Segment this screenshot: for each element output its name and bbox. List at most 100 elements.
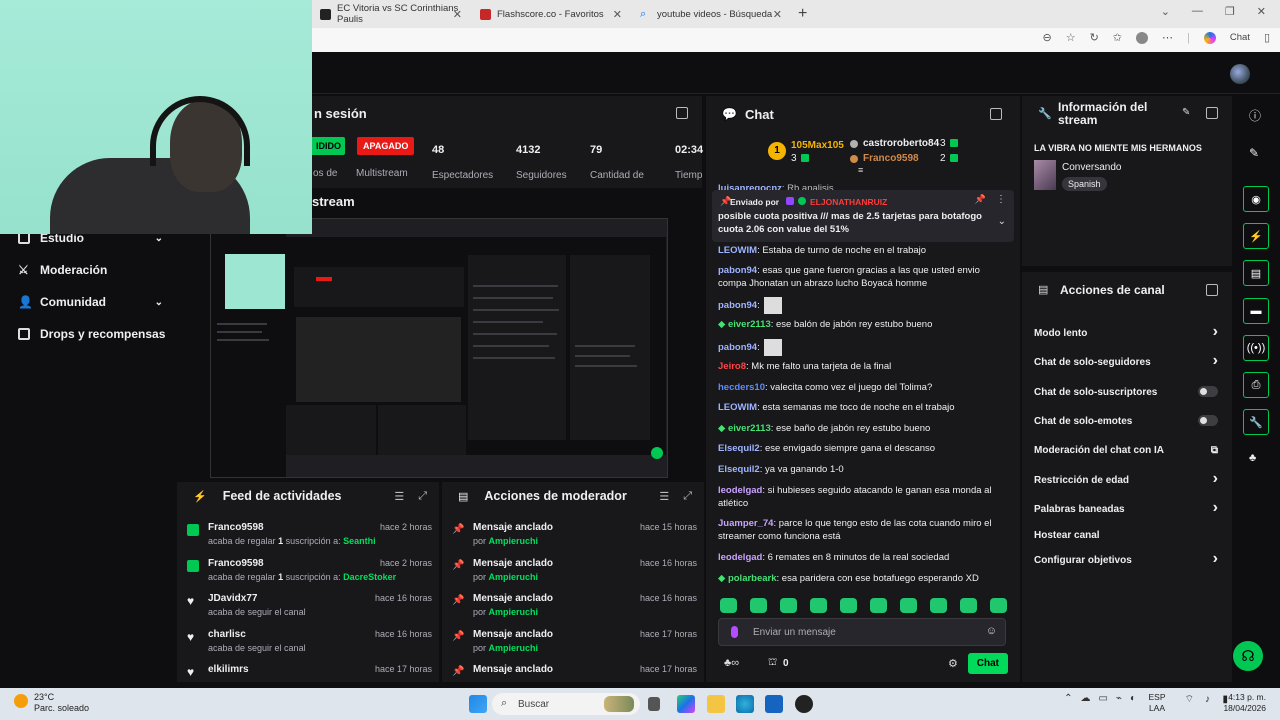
infinity-icon[interactable]: ♣∞ [724,657,739,669]
feed-item[interactable]: Franco9598 hace 2 horas acaba de regalar 1… [187,522,432,554]
taskbar-search[interactable]: ⌕ Buscar [492,693,640,715]
favorite-star-icon[interactable]: ☆ [1066,31,1076,44]
more-options-icon[interactable]: ⋮ [996,194,1006,205]
chat-username[interactable]: pabon94 [718,300,757,311]
channel-action-item[interactable]: Configurar objetivos › [1034,550,1224,567]
mod-username[interactable]: Ampieruchi [489,572,539,582]
browser-tab-2[interactable]: Flashscore.co - Favoritos ✕ [472,0,632,28]
battery-status-icon[interactable]: ▮ [1222,694,1228,705]
message-icon[interactable]: ▬ [1243,298,1269,324]
copilot-taskbar-icon[interactable] [677,695,695,713]
info-icon[interactable]: ⓘ [1249,107,1261,124]
filter-icon[interactable]: ☰ [659,490,669,503]
clipboard-icon[interactable]: ▤ [1243,260,1269,286]
feed-username[interactable]: Franco9598 [208,522,264,533]
favorites-icon[interactable]: ✩ [1113,31,1122,44]
collapse-icon[interactable]: ⌄ [1161,5,1170,18]
close-tab-icon[interactable]: ✕ [453,8,462,21]
battery-icon[interactable]: ▭ [1098,693,1107,704]
pencil-icon[interactable]: ✎ [1249,146,1259,160]
popout-icon[interactable] [1206,107,1218,119]
feed-username[interactable]: elkilimrs [208,664,249,675]
mod-action-item[interactable]: 📌 Mensaje anclado hace 16 horas por Ampieru… [452,558,697,590]
mod-username[interactable]: Ampieruchi [489,536,539,546]
popout-icon[interactable]: ⤢ [418,490,427,503]
chat-username[interactable]: Elsequil2 [718,464,760,475]
collapse-leaderboard-icon[interactable]: ≡ [858,165,863,175]
popout-icon[interactable] [676,107,688,119]
emote-icon[interactable] [840,598,857,613]
speaker-icon[interactable]: ♪ [1205,694,1210,705]
volume-icon[interactable]: ◐ [1130,693,1136,704]
emote-icon[interactable] [990,598,1007,613]
close-window-icon[interactable]: ✕ [1257,5,1266,18]
task-view-icon[interactable] [648,697,660,711]
unpin-icon[interactable]: 📌 [975,194,986,205]
broadcast-icon[interactable]: ((•)) [1243,335,1269,361]
mod-action-item[interactable]: 📌 Mensaje anclado hace 15 horas por Ampieru… [452,522,697,554]
edit-icon[interactable]: ✎ [1182,107,1190,118]
emote-icon[interactable] [780,598,797,613]
store-icon[interactable] [765,695,783,713]
channel-action-item[interactable]: Palabras baneadas › [1034,499,1224,516]
chat-username[interactable]: LEOWIM [718,402,757,413]
sidebar-toggle-icon[interactable]: ▯ [1264,31,1270,44]
points-icon[interactable]: ⛫ [768,657,777,670]
microphone-icon[interactable] [731,626,738,638]
mod-action-item[interactable]: 📌 Mensaje anclado hace 17 horas por Ampieru… [452,629,697,661]
help-chat-icon[interactable]: ☊ [1233,641,1263,671]
chat-username[interactable]: hecders10 [718,382,765,393]
new-tab-icon[interactable]: + [798,5,807,23]
channel-action-item[interactable]: Moderación del chat con IA ⧉ [1034,445,1224,456]
app-icon[interactable] [795,695,813,713]
channel-action-item[interactable]: Chat de solo-emotes [1034,415,1224,427]
refresh-icon[interactable]: ↻ [1090,31,1099,44]
printer-icon[interactable]: ⎙ [1243,372,1269,398]
chat-username[interactable]: eiver2113 [728,423,771,434]
sidebar-item-moderacion[interactable]: ⚔ Moderación [18,263,163,277]
feed-target-user[interactable]: Seanthi [343,536,376,546]
feed-item[interactable]: Franco9598 hace 2 horas acaba de regalar 1… [187,558,432,590]
toggle-switch[interactable] [1198,415,1218,426]
gift-leaderboard[interactable]: 1 105Max105 3 castroroberto84 3 Franco95… [706,134,1020,175]
browser-chat-label[interactable]: Chat [1230,32,1250,43]
more-icon[interactable]: ⋯ [1162,31,1173,44]
network-icon[interactable]: ☁ [1080,693,1090,704]
category-name[interactable]: Conversando [1062,162,1121,173]
settings-icon[interactable]: ⚙ [948,657,958,670]
filter-icon[interactable]: ☰ [394,490,404,503]
category-box-art[interactable] [1034,160,1056,190]
maximize-icon[interactable]: ❐ [1225,5,1235,18]
close-tab-icon[interactable]: ✕ [613,8,622,21]
channel-action-item[interactable]: Chat de solo-seguidores › [1034,352,1224,369]
chat-username[interactable]: leodelgad [718,552,762,563]
extensions-icon[interactable]: ♣ [1249,452,1256,464]
emote-icon[interactable] [750,598,767,613]
camera-icon[interactable]: ◉ [1243,186,1269,212]
channel-action-item[interactable]: Chat de solo-suscriptores [1034,386,1224,398]
chevron-up-icon[interactable]: ⌃ [1064,693,1072,704]
windows-start-icon[interactable] [469,695,487,713]
tool-icon[interactable]: 🔧 [1243,409,1269,435]
mod-username[interactable]: Ampieruchi [489,607,539,617]
close-tab-icon[interactable]: ✕ [773,8,782,21]
chat-username[interactable]: Elsequil2 [718,443,760,454]
feed-item[interactable]: ♥ JDavidx77 hace 16 horas acaba de seguir e… [187,593,432,625]
channel-action-item[interactable]: Modo lento › [1034,323,1224,340]
mod-username[interactable]: Ampieruchi [489,643,539,653]
emote-icon[interactable] [810,598,827,613]
feed-username[interactable]: charlisc [208,629,246,640]
sidebar-item-drops[interactable]: Drops y recompensas [18,327,173,341]
sidebar-item-comunidad[interactable]: 👤 Comunidad ⌄ [18,295,163,309]
user-avatar[interactable] [1230,64,1250,84]
feed-username[interactable]: JDavidx77 [208,593,257,604]
reader-icon[interactable]: ⊖ [1042,31,1051,44]
emote-icon[interactable] [930,598,947,613]
browser-tab-3[interactable]: ⌕ youtube videos - Búsqueda ✕ [632,0,792,28]
emote-icon[interactable] [720,598,737,613]
emote-icon[interactable] [900,598,917,613]
profile-icon[interactable] [1136,31,1148,44]
browser-tab-1[interactable]: EC Vitoria vs SC Corinthians Paulis ✕ [312,0,472,28]
popout-icon[interactable] [990,108,1002,120]
edge-icon[interactable] [736,695,754,713]
